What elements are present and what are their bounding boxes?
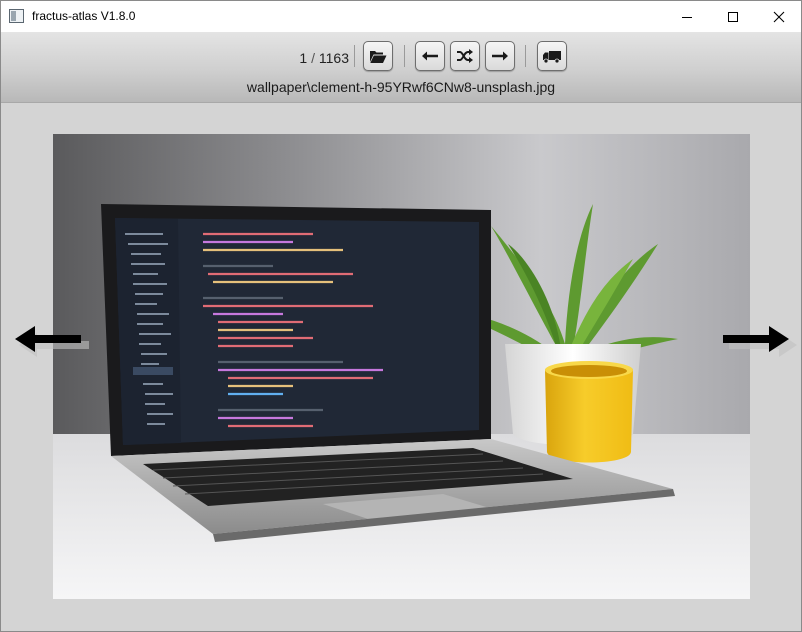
minimize-icon — [682, 16, 692, 18]
window-title: fractus-atlas V1.8.0 — [32, 9, 136, 23]
arrow-left-icon — [15, 326, 89, 357]
previous-button[interactable] — [415, 41, 445, 71]
folder-open-icon — [370, 50, 387, 63]
arrow-right-icon — [492, 51, 508, 61]
move-button[interactable] — [537, 41, 567, 71]
toolbar-divider — [354, 45, 355, 67]
open-folder-button[interactable] — [363, 41, 393, 71]
app-icon — [9, 9, 24, 23]
laptop-photo — [53, 134, 750, 599]
maximize-button[interactable] — [710, 1, 756, 32]
shuffle-button[interactable] — [450, 41, 480, 71]
next-button[interactable] — [485, 41, 515, 71]
minimize-button[interactable] — [664, 1, 710, 32]
prev-image-arrow[interactable] — [15, 323, 91, 359]
arrow-right-icon — [723, 326, 797, 357]
maximize-icon — [728, 11, 738, 22]
image-filename: wallpaper\clement-h-95YRwf6CNw8-unsplash… — [246, 79, 556, 95]
shuffle-icon — [457, 49, 473, 63]
current-index: 1 — [299, 50, 308, 66]
next-image-arrow[interactable] — [721, 323, 797, 359]
toolbar-divider — [525, 45, 526, 67]
close-icon — [773, 11, 785, 22]
toolbar-divider — [404, 45, 405, 67]
close-button[interactable] — [756, 1, 801, 32]
toolbar: 1 / 1163 wallpaper\clement-h-95YRwf6CNw8… — [1, 32, 801, 103]
image-counter: 1 / 1163 — [269, 50, 349, 66]
app-window: fractus-atlas V1.8.0 1 / 1163 wallpaper\… — [0, 0, 802, 632]
total-count: 1163 — [318, 50, 349, 66]
truck-icon — [543, 50, 561, 63]
counter-separator: / — [311, 50, 315, 66]
arrow-left-icon — [422, 51, 438, 61]
title-bar[interactable]: fractus-atlas V1.8.0 — [1, 1, 801, 32]
